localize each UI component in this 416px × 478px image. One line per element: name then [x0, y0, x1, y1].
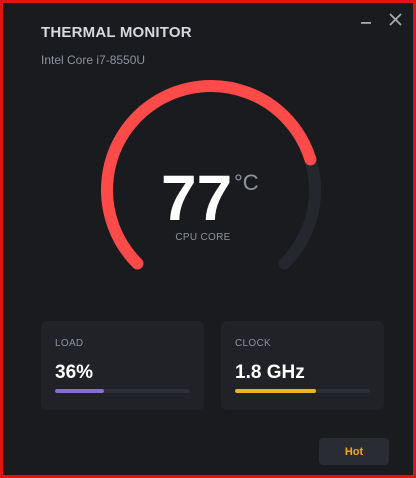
- load-bar-fill: [55, 389, 104, 393]
- clock-card: CLOCK 1.8 GHz: [221, 321, 384, 410]
- clock-label: CLOCK: [235, 338, 271, 349]
- load-bar: [55, 389, 190, 393]
- status-badge: Hot: [319, 438, 389, 465]
- load-label: LOAD: [55, 338, 84, 349]
- gauge-label: CPU CORE: [175, 232, 231, 243]
- temperature-value: 77: [161, 162, 233, 234]
- thermal-monitor-window: THERMAL MONITOR Intel Core i7-8550U 77 °…: [0, 0, 416, 478]
- clock-bar: [235, 389, 370, 393]
- clock-value: 1.8 GHz: [235, 362, 305, 383]
- load-value: 36%: [55, 362, 94, 383]
- temperature-unit: °C: [234, 170, 259, 195]
- clock-bar-fill: [235, 389, 316, 393]
- temperature-gauge: [101, 80, 321, 270]
- load-card: LOAD 36%: [41, 321, 204, 410]
